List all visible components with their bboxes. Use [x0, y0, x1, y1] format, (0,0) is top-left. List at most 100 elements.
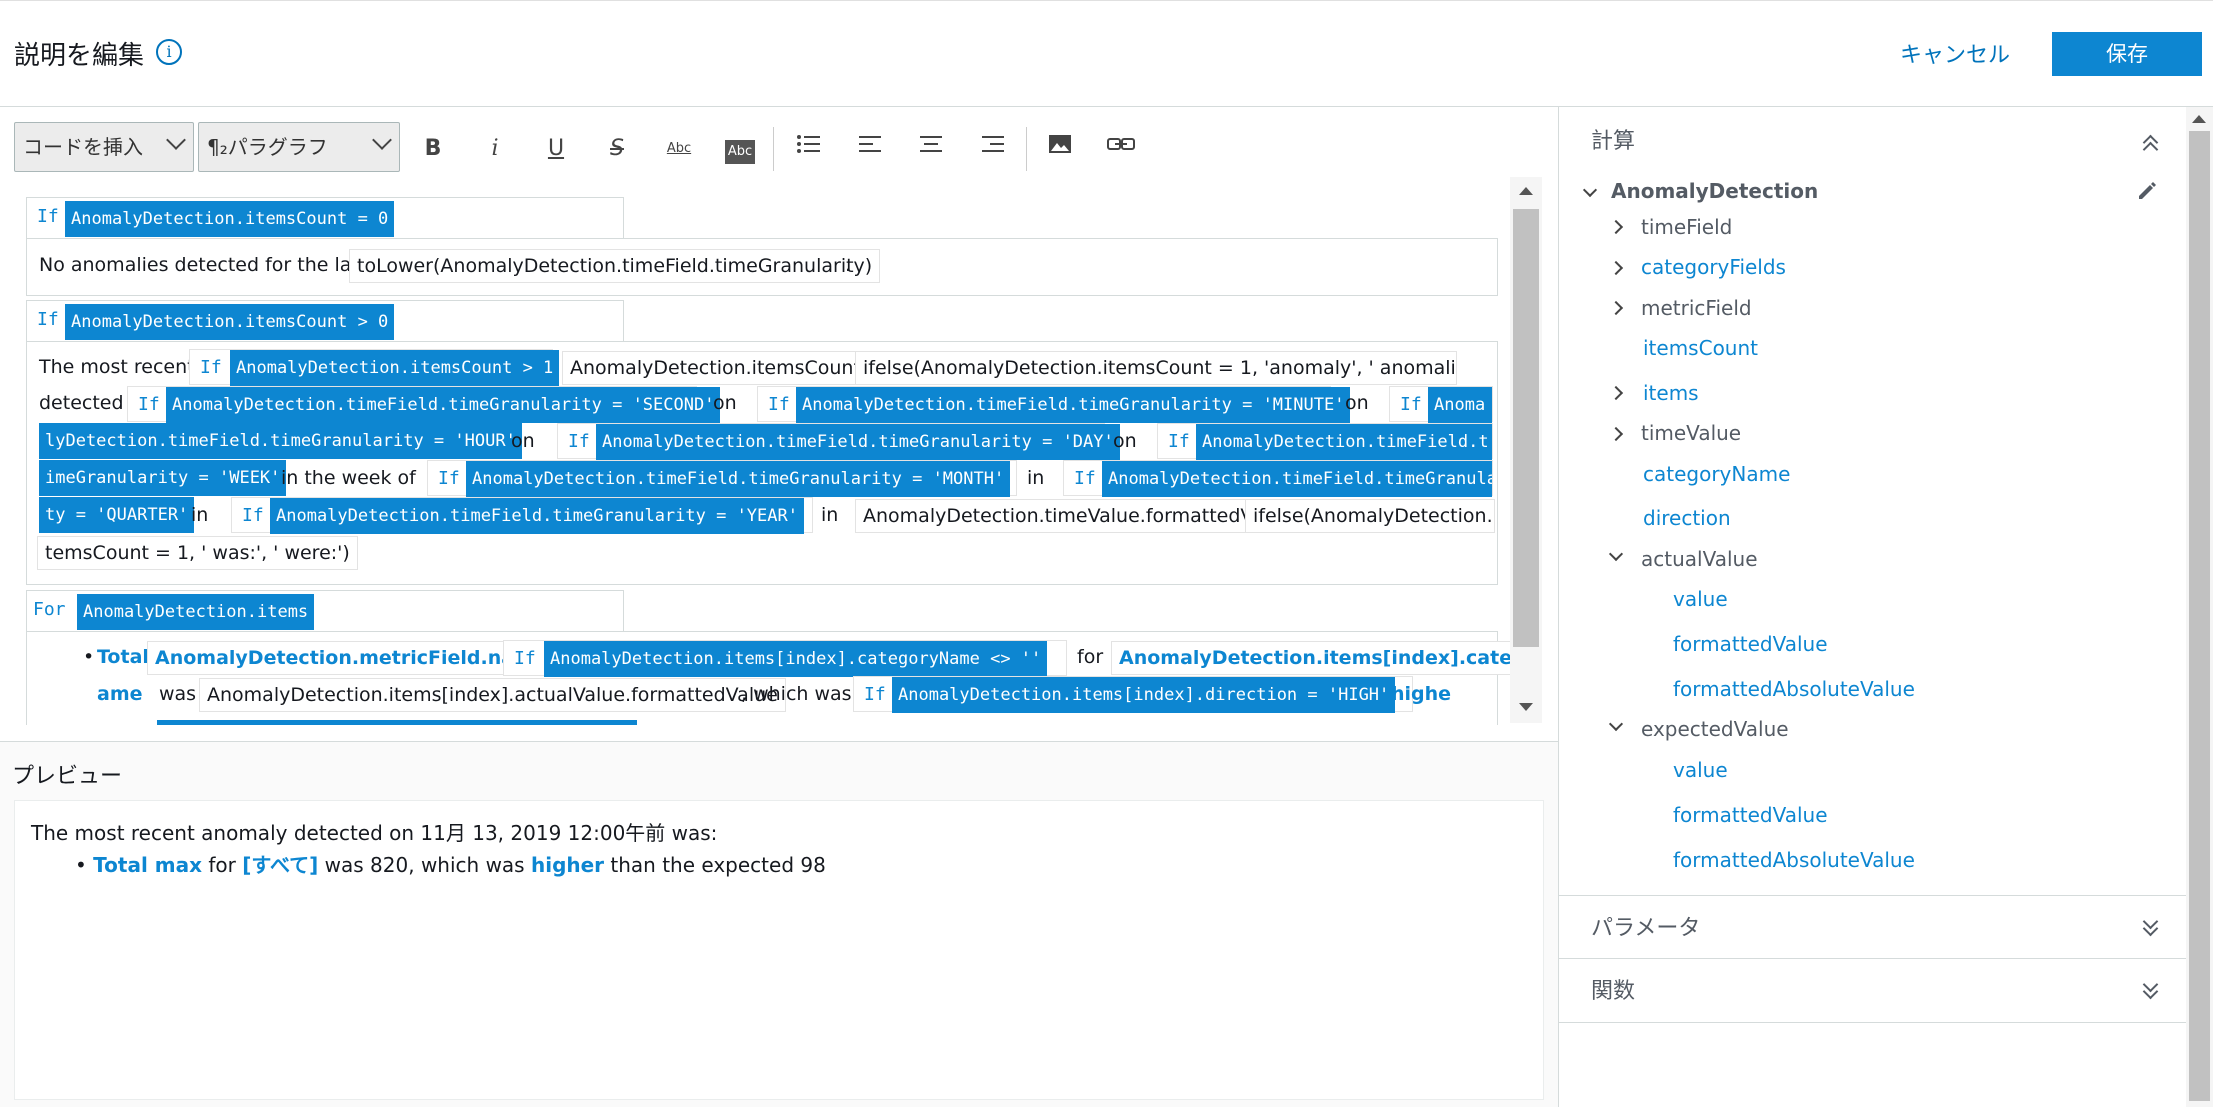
tree-item[interactable]: actualValue [1641, 547, 1758, 571]
chevron-right-icon[interactable] [1608, 219, 1624, 235]
static-text: No anomalies detected for the last [39, 254, 369, 276]
condition-chip[interactable]: lyDetection.timeField.timeGranularity = … [39, 423, 522, 459]
condition-chip[interactable]: AnomalyDetection.items[index].direction … [892, 677, 1396, 713]
scrollbar-thumb[interactable] [1513, 209, 1539, 647]
bullet-list-button[interactable] [788, 131, 828, 167]
condition-chip[interactable]: AnomalyDetection.itemsCount = 0 [65, 201, 395, 237]
chevron-right-icon[interactable] [1608, 385, 1624, 401]
condition-chip[interactable]: ty = 'QUARTER' [39, 497, 195, 533]
tree-item[interactable]: categoryFields [1641, 255, 1786, 279]
tree-item[interactable]: categoryName [1643, 462, 1790, 486]
condition-chip[interactable]: AnomalyDetection.itemsCount > 0 [65, 304, 395, 340]
functions-section-header[interactable]: 関数 [1559, 959, 2187, 1023]
tree-item[interactable]: formattedValue [1673, 632, 1828, 656]
tree-root[interactable]: AnomalyDetection [1611, 179, 1818, 203]
if-block-body: No anomalies detected for the last toLow… [26, 238, 1498, 296]
expression-box[interactable]: AnomalyDetection.timeValue.formattedValu… [855, 499, 1301, 533]
collapse-icon[interactable] [2141, 131, 2161, 158]
condition-chip[interactable]: AnomalyDetection.timeField.t [1196, 424, 1492, 460]
inline-if[interactable]: If AnomalyDetection.timeField.timeGranul… [427, 460, 1017, 497]
expression-box[interactable]: ifelse(AnomalyDetection.itemsCount = 1, … [855, 351, 1457, 385]
chevron-down-icon[interactable] [1608, 546, 1624, 562]
condition-chip[interactable]: AnomalyDetection.timeField.timeGranulari [1102, 461, 1492, 497]
tree-item[interactable]: timeValue [1641, 421, 1741, 445]
info-icon[interactable]: i [156, 39, 182, 65]
highlight-button[interactable]: Abc [720, 131, 760, 167]
expression-box[interactable]: AnomalyDetection.items[index].actualValu… [199, 678, 786, 712]
tree-item[interactable]: items [1643, 381, 1699, 405]
chevron-right-icon[interactable] [1608, 300, 1624, 316]
condition-chip[interactable]: AnomalyDetection.itemsCount > 1 [230, 350, 560, 386]
strikethrough-button[interactable]: S [597, 131, 637, 167]
expand-icon[interactable] [2141, 976, 2161, 1000]
expression-box[interactable]: ifelse(AnomalyDetection.i [1245, 499, 1495, 533]
condition-chip[interactable]: AnomalyDetection.timeField.timeGranulari… [166, 387, 721, 423]
inline-if[interactable]: If Anoma [1389, 386, 1493, 423]
condition-chip[interactable] [157, 720, 637, 725]
inline-if[interactable]: If AnomalyDetection.timeField.timeGranul… [127, 386, 721, 423]
inline-if[interactable]: If AnomalyDetection.timeField.t [1157, 423, 1493, 460]
inline-if[interactable]: If AnomalyDetection.timeField.timeGranul… [757, 386, 1351, 423]
chevron-right-icon[interactable] [1608, 426, 1624, 442]
chevron-right-icon[interactable] [1608, 260, 1624, 276]
if-keyword: If [1168, 431, 1190, 452]
insert-link-button[interactable] [1101, 131, 1141, 167]
expand-icon[interactable] [2141, 913, 2161, 937]
condition-chip[interactable]: AnomalyDetection.timeField.timeGranulari… [270, 498, 804, 534]
inline-if[interactable]: If AnomalyDetection.itemsCount > 1 [189, 349, 560, 386]
insert-code-dropdown[interactable]: コードを挿入 [14, 122, 194, 172]
chevron-down-icon[interactable] [1582, 182, 1598, 198]
align-center-button[interactable] [911, 131, 951, 167]
underline-button[interactable]: U [536, 131, 576, 167]
tree-item[interactable]: formattedValue [1673, 803, 1828, 827]
scrollbar-thumb[interactable] [2189, 131, 2210, 1101]
condition-chip[interactable]: AnomalyDetection.timeField.timeGranulari… [796, 387, 1351, 423]
pencil-icon[interactable] [2136, 180, 2158, 202]
calc-section-header[interactable]: 計算 [1559, 107, 2187, 171]
condition-chip[interactable]: Anoma [1428, 387, 1492, 423]
tree-item[interactable]: formattedAbsoluteValue [1673, 677, 1915, 701]
tree-item[interactable]: expectedValue [1641, 717, 1789, 741]
tree-item[interactable]: value [1673, 587, 1728, 611]
paragraph-dropdown[interactable]: ¶₂パラグラフ [198, 122, 400, 172]
chevron-down-icon[interactable] [1608, 716, 1624, 732]
bold-button[interactable]: B [413, 131, 453, 167]
scroll-up-icon[interactable] [2192, 115, 2206, 123]
tree-item[interactable]: itemsCount [1643, 336, 1758, 360]
tree-item[interactable]: formattedAbsoluteValue [1673, 848, 1915, 872]
inline-if[interactable]: If AnomalyDetection.items[index].categor… [503, 640, 1067, 677]
expression-box[interactable]: AnomalyDetection.itemsCount [562, 351, 869, 385]
tree-item[interactable]: value [1673, 758, 1728, 782]
inline-if[interactable]: If AnomalyDetection.items[index].directi… [853, 676, 1413, 713]
scroll-up-icon[interactable] [1519, 187, 1533, 195]
condition-chip[interactable]: AnomalyDetection.timeField.timeGranulari… [596, 424, 1120, 460]
inline-if[interactable]: If AnomalyDetection.timeField.timeGranul… [231, 497, 813, 534]
insert-image-button[interactable] [1040, 131, 1080, 167]
condition-chip[interactable]: AnomalyDetection.items[index].categoryNa… [544, 641, 1048, 677]
tree-item[interactable]: metricField [1641, 296, 1752, 320]
tree-item[interactable]: timeField [1641, 215, 1732, 239]
align-right-button[interactable] [973, 131, 1013, 167]
save-button[interactable]: 保存 [2052, 32, 2202, 76]
static-text: was [159, 683, 197, 705]
params-section-header[interactable]: パラメータ [1559, 895, 2187, 959]
loop-chip[interactable]: AnomalyDetection.items [77, 594, 315, 630]
cancel-button[interactable]: キャンセル [1900, 37, 2010, 69]
italic-button[interactable]: i [475, 131, 515, 167]
editor-scrollbar[interactable] [1510, 177, 1542, 723]
right-panel-scrollbar[interactable] [2186, 107, 2213, 1107]
expression-box[interactable]: AnomalyDetection.metricField.name [147, 641, 555, 675]
expression-box[interactable]: temsCount = 1, ' was:', ' were:') [37, 536, 358, 570]
condition-chip[interactable]: imeGranularity = 'WEEK' [39, 460, 287, 496]
align-left-button[interactable] [850, 131, 890, 167]
scroll-down-icon[interactable] [1519, 703, 1533, 711]
inline-if[interactable]: If AnomalyDetection.timeField.timeGranul… [1063, 460, 1493, 497]
condition-chip[interactable]: AnomalyDetection.timeField.timeGranulari… [466, 461, 1011, 497]
chevron-down-icon [372, 130, 392, 150]
expression-box[interactable]: AnomalyDetection.items[index].categoryN [1111, 641, 1510, 675]
editor-content[interactable]: If AnomalyDetection.itemsCount = 0 No an… [0, 185, 1510, 725]
expression-box[interactable]: toLower(AnomalyDetection.timeField.timeG… [349, 249, 881, 283]
spellcheck-button[interactable]: Abc [659, 131, 699, 167]
inline-if[interactable]: If AnomalyDetection.timeField.timeGranul… [557, 423, 1120, 460]
tree-item[interactable]: direction [1643, 506, 1731, 530]
